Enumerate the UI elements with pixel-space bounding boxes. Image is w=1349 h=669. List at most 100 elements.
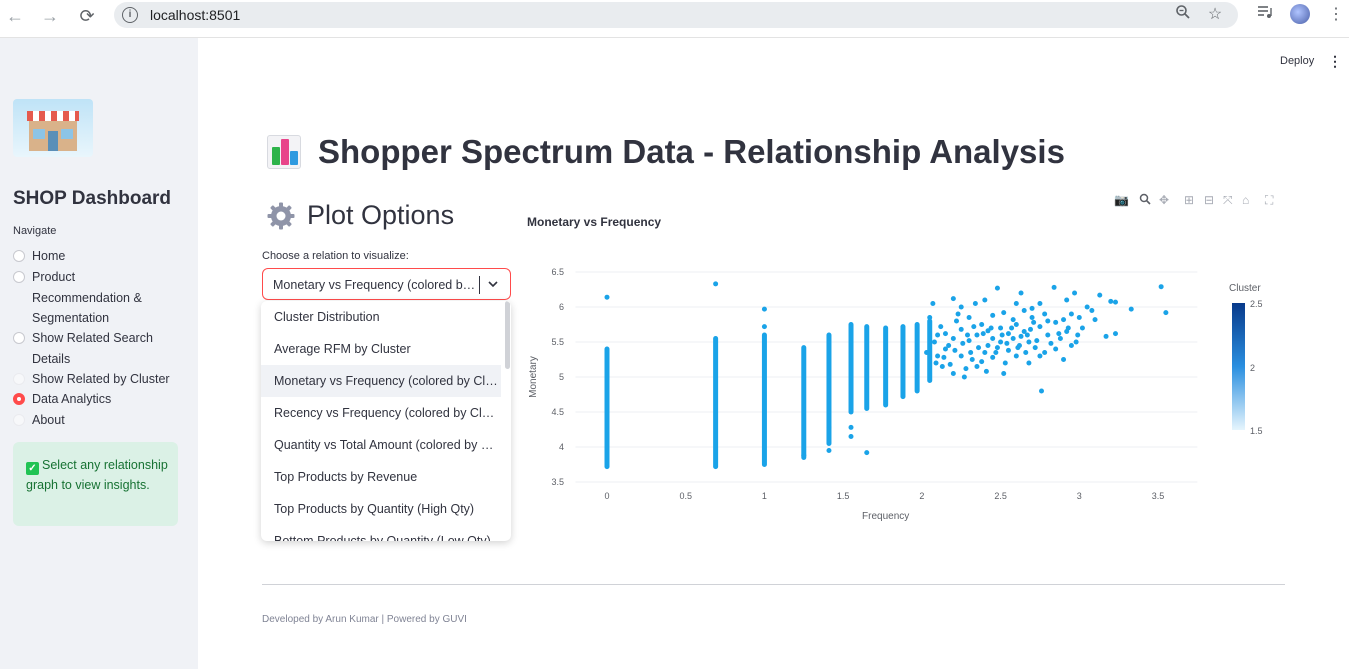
chevron-down-icon[interactable] <box>487 276 499 295</box>
dropdown-option[interactable]: Top Products by Quantity (High Qty) <box>261 493 501 525</box>
data-point <box>982 350 988 355</box>
data-point <box>1089 308 1095 313</box>
data-point <box>1010 317 1016 323</box>
data-point <box>761 306 767 312</box>
x-tick-label: 3 <box>1077 491 1082 501</box>
data-point <box>980 331 986 337</box>
x-tick-label: 0 <box>604 491 609 501</box>
browser-toolbar: ← → ⟳ i localhost:8501 ☆ ⋮ <box>0 0 1349 38</box>
data-point <box>976 345 982 351</box>
data-point <box>1015 345 1021 351</box>
data-point <box>848 434 854 439</box>
address-bar[interactable]: i localhost:8501 <box>114 2 1238 28</box>
data-point <box>864 450 870 456</box>
zoom-in-icon[interactable]: ⊞ <box>1184 193 1194 207</box>
data-point <box>1021 308 1027 313</box>
data-point <box>979 322 985 327</box>
main-menu-icon[interactable]: ⋮ <box>1328 53 1342 70</box>
data-point <box>958 326 964 332</box>
data-point <box>1112 331 1118 337</box>
data-point <box>1005 331 1011 337</box>
data-point <box>972 301 978 306</box>
data-point <box>935 332 941 338</box>
dropdown-option[interactable]: Top Products by Revenue <box>261 461 501 493</box>
data-point <box>1013 353 1019 359</box>
dropdown-option[interactable]: Recency vs Frequency (colored by Cluster… <box>261 397 501 429</box>
data-point <box>1053 319 1059 325</box>
reload-icon[interactable]: ⟳ <box>76 5 98 27</box>
radio-button[interactable] <box>13 332 25 344</box>
media-control-icon[interactable] <box>1254 4 1276 26</box>
y-tick-label: 4.5 <box>551 407 564 417</box>
data-point <box>971 324 977 330</box>
data-point <box>1042 311 1048 317</box>
data-point <box>950 296 956 302</box>
y-tick-label: 3.5 <box>551 477 564 487</box>
data-point <box>826 448 832 453</box>
data-point <box>1001 371 1007 376</box>
data-point <box>1037 301 1043 306</box>
data-point <box>604 294 610 300</box>
radio-button-selected[interactable] <box>13 393 25 405</box>
radio-button[interactable] <box>13 373 25 385</box>
back-icon[interactable]: ← <box>4 5 26 27</box>
data-point <box>994 285 1000 291</box>
autoscale-icon[interactable]: ⤧ <box>1223 193 1233 208</box>
pan-icon[interactable]: ✥ <box>1159 193 1169 207</box>
data-point <box>1005 347 1011 353</box>
relation-dropdown-menu: Cluster Distribution Average RFM by Clus… <box>261 301 511 541</box>
data-point <box>1023 350 1029 355</box>
dropdown-option[interactable]: Cluster Distribution <box>261 301 501 333</box>
radio-button[interactable] <box>13 250 25 262</box>
plot-title: Monetary vs Frequency <box>527 215 662 229</box>
camera-icon[interactable]: 📷 <box>1114 193 1129 207</box>
colorbar-title: Cluster <box>1229 283 1261 294</box>
data-point <box>924 350 930 355</box>
radio-button[interactable] <box>13 271 25 283</box>
data-point <box>1084 304 1090 310</box>
data-point <box>1048 340 1054 346</box>
gear-icon <box>267 202 295 230</box>
data-point <box>1061 317 1067 323</box>
data-point <box>1026 360 1032 366</box>
relation-select-value: Monetary vs Frequency (colored by Cluste… <box>273 278 479 292</box>
data-point <box>942 331 948 337</box>
zoom-icon[interactable] <box>1172 4 1194 26</box>
data-point <box>966 315 972 320</box>
data-point <box>952 347 958 353</box>
nav-radio-label: Show Related Search Details <box>32 331 153 366</box>
bookmark-star-icon[interactable]: ☆ <box>1204 4 1226 26</box>
dropdown-option-selected[interactable]: Monetary vs Frequency (colored by Cluste… <box>261 365 501 397</box>
forward-icon[interactable]: → <box>39 5 61 27</box>
reset-axes-home-icon[interactable]: ⌂ <box>1242 193 1249 207</box>
data-point <box>985 343 991 348</box>
bar-chart-icon <box>267 135 301 169</box>
dropdown-option[interactable]: Bottom Products by Quantity (Low Qty) <box>261 525 501 541</box>
relation-select-label: Choose a relation to visualize: <box>262 250 409 262</box>
data-point <box>1034 338 1040 344</box>
data-point <box>1072 290 1078 296</box>
sidebar-title: SHOP Dashboard <box>13 188 172 209</box>
profile-avatar[interactable] <box>1290 4 1310 24</box>
data-point <box>1039 388 1045 394</box>
data-point <box>953 318 959 324</box>
fullscreen-icon[interactable]: ⛶ <box>1265 193 1273 208</box>
colorbar <box>1232 303 1245 430</box>
dropdown-option[interactable]: Quantity vs Total Amount (colored by Clu… <box>261 429 501 461</box>
browser-menu-icon[interactable]: ⋮ <box>1325 4 1347 26</box>
site-info-icon[interactable]: i <box>122 7 138 23</box>
zoom-tool-icon[interactable] <box>1139 193 1151 208</box>
x-tick-label: 2 <box>919 491 924 501</box>
dropdown-option[interactable]: Average RFM by Cluster <box>261 333 501 365</box>
deploy-button[interactable]: Deploy <box>1280 55 1314 67</box>
data-point <box>1061 357 1067 362</box>
scatter-chart[interactable]: 3.5 4 4.5 5 5.5 6 6.5 0 0.5 1 1.5 2 2.5 3 3.5 Frequency… <box>520 260 1210 530</box>
dropdown-scrollbar[interactable] <box>505 301 510 369</box>
radio-button[interactable] <box>13 414 25 426</box>
data-point <box>974 364 980 369</box>
info-alert-text: Select any relationship graph to view in… <box>26 458 168 492</box>
divider <box>262 584 1285 585</box>
zoom-out-icon[interactable]: ⊟ <box>1204 193 1214 207</box>
relation-select[interactable]: Monetary vs Frequency (colored by Cluste… <box>262 268 511 300</box>
data-point <box>1045 318 1051 324</box>
